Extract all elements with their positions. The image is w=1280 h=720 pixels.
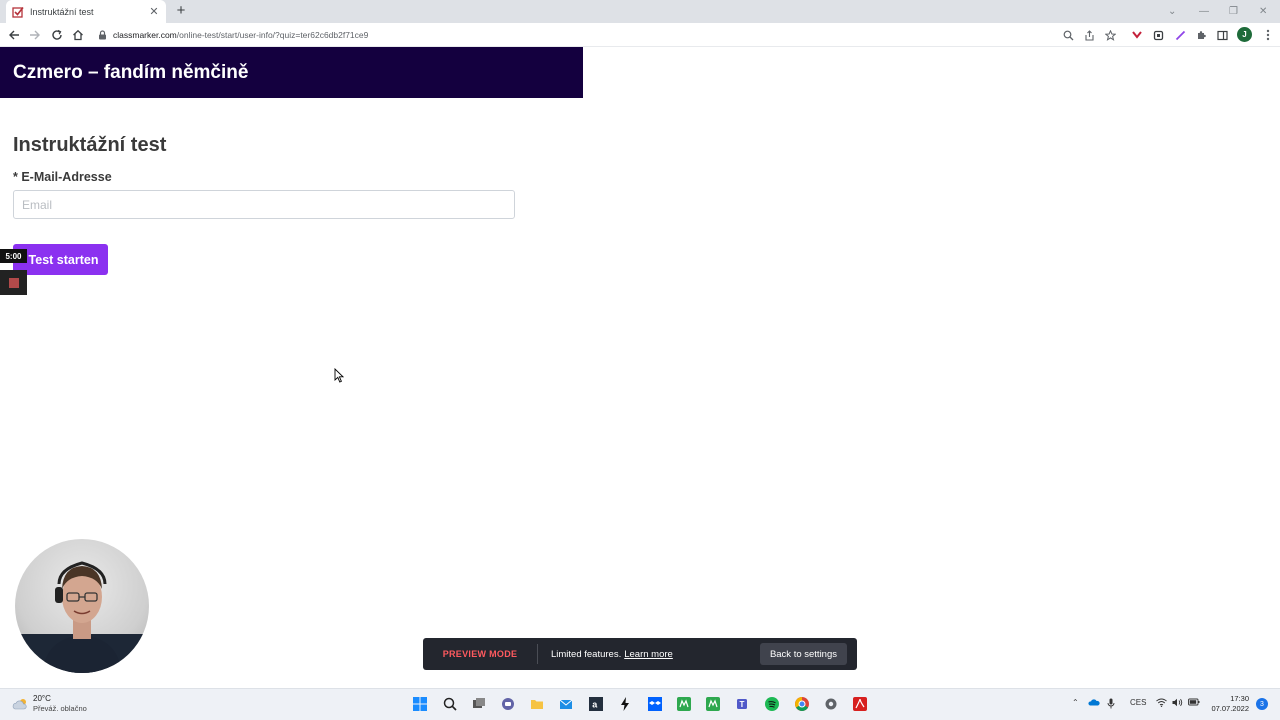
clock-time: 17:30 — [1230, 694, 1249, 703]
tab-search-icon[interactable]: ⌄ — [1168, 0, 1176, 23]
mail-icon[interactable] — [558, 696, 574, 712]
taskbar-clock[interactable]: 17:30 07.07.2022 — [1205, 694, 1249, 714]
onedrive-icon[interactable] — [1088, 698, 1100, 706]
webcam-video — [15, 539, 149, 673]
close-tab-icon[interactable]: ✕ — [148, 5, 160, 18]
amazon-icon[interactable]: a — [588, 696, 604, 712]
forward-icon[interactable] — [27, 27, 43, 43]
weather-description: Převáž. oblačno — [33, 704, 87, 713]
learn-more-link[interactable]: Learn more — [624, 649, 673, 660]
volume-icon[interactable] — [1172, 698, 1183, 707]
windows-taskbar: 20°C Převáž. oblačno a T ⌃ CES 17:30 07.… — [0, 688, 1280, 720]
menu-kebab-icon[interactable] — [1261, 28, 1275, 42]
windows-start-icon[interactable] — [412, 696, 428, 712]
stop-recording-button[interactable] — [0, 270, 27, 295]
back-to-settings-button[interactable]: Back to settings — [759, 643, 847, 665]
page-title: Instruktážní test — [13, 134, 167, 156]
stop-icon — [8, 277, 19, 288]
microphone-icon[interactable] — [1107, 698, 1115, 709]
tab-title: Instruktážní test — [30, 6, 94, 17]
settings-gear-icon[interactable] — [823, 696, 839, 712]
app-green-icon-2[interactable] — [705, 696, 721, 712]
minimize-icon[interactable]: — — [1199, 0, 1209, 23]
task-view-icon[interactable] — [471, 696, 487, 712]
preview-mode-bar: PREVIEW MODE Limited features. Learn mor… — [423, 638, 857, 670]
language-indicator[interactable]: CES — [1130, 698, 1146, 707]
share-icon[interactable] — [1082, 28, 1096, 42]
recording-timer: 5:00 — [0, 249, 27, 263]
start-test-button[interactable]: Test starten — [13, 244, 108, 275]
notification-badge[interactable]: 3 — [1256, 698, 1268, 710]
back-icon[interactable] — [6, 27, 22, 43]
cloud-icon — [12, 699, 27, 710]
lightning-app-icon[interactable] — [617, 696, 633, 712]
weather-widget[interactable]: 20°C Převáž. oblačno — [12, 694, 87, 714]
wifi-icon[interactable] — [1156, 698, 1167, 707]
search-icon[interactable] — [442, 696, 458, 712]
bookmark-star-icon[interactable] — [1103, 28, 1117, 42]
mouse-pointer-icon — [334, 367, 345, 388]
url-text: classmarker.com/online-test/start/user-i… — [113, 30, 369, 40]
reload-icon[interactable] — [49, 27, 65, 43]
side-panel-icon[interactable] — [1215, 28, 1229, 42]
limited-features-text: Limited features. — [551, 648, 622, 660]
chrome-icon[interactable] — [794, 696, 810, 712]
browser-tab[interactable]: Instruktážní test ✕ — [6, 0, 166, 23]
preview-mode-label: PREVIEW MODE — [442, 649, 518, 659]
dropbox-icon[interactable] — [647, 696, 663, 712]
spotify-icon[interactable] — [764, 696, 780, 712]
new-tab-icon[interactable]: + — [173, 3, 189, 19]
battery-icon[interactable] — [1188, 698, 1200, 706]
home-icon[interactable] — [70, 27, 86, 43]
svg-text:T: T — [740, 700, 745, 709]
zoom-icon[interactable] — [1061, 28, 1075, 42]
app-green-icon-1[interactable] — [676, 696, 692, 712]
pen-extension-icon[interactable] — [1173, 28, 1187, 42]
clock-date: 07.07.2022 — [1211, 704, 1249, 713]
pocket-extension-icon[interactable] — [1130, 28, 1144, 42]
close-window-icon[interactable]: ✕ — [1259, 0, 1267, 23]
browser-tab-bar: Instruktážní test ✕ + ⌄ — ❐ ✕ — [0, 0, 1280, 23]
puzzle-icon[interactable] — [1194, 28, 1208, 42]
teams-chat-icon[interactable] — [500, 696, 516, 712]
address-bar[interactable]: classmarker.com/online-test/start/user-i… — [95, 25, 1125, 45]
restore-icon[interactable]: ❐ — [1229, 0, 1238, 23]
site-header: Czmero – fandím němčině — [0, 47, 583, 98]
teams-icon[interactable]: T — [735, 696, 751, 712]
email-field[interactable] — [13, 190, 515, 219]
divider — [537, 644, 538, 664]
file-explorer-icon[interactable] — [529, 696, 545, 712]
weather-temperature: 20°C — [33, 694, 51, 703]
acrobat-icon[interactable] — [852, 696, 868, 712]
checkmark-favicon-icon — [12, 6, 24, 18]
tray-chevron-up-icon[interactable]: ⌃ — [1072, 698, 1079, 707]
profile-avatar[interactable]: J — [1237, 27, 1252, 42]
site-title: Czmero – fandím němčině — [13, 61, 249, 83]
email-label: * E-Mail-Adresse — [13, 170, 112, 184]
browser-toolbar: classmarker.com/online-test/start/user-i… — [0, 23, 1280, 47]
extension-icon[interactable] — [1151, 28, 1165, 42]
lock-icon[interactable] — [95, 28, 109, 42]
